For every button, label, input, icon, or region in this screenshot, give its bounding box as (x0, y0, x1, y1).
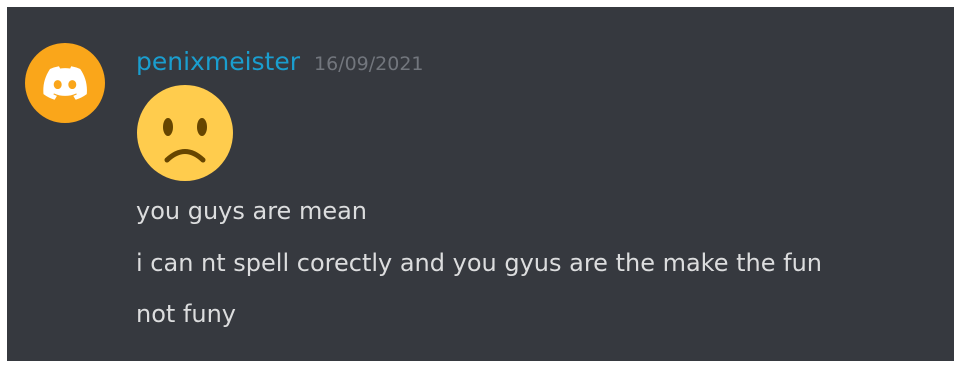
avatar[interactable] (25, 43, 105, 123)
message-header: penixmeister 16/09/2021 (136, 47, 424, 76)
chat-message-panel: penixmeister 16/09/2021 you guys are mean… (7, 7, 954, 361)
message-line: i can nt spell corectly and you gyus are… (136, 249, 823, 277)
frowning-face-icon[interactable] (137, 85, 233, 181)
discord-logo-icon (43, 66, 87, 100)
timestamp: 16/09/2021 (314, 53, 424, 75)
message-line: you guys are mean (136, 197, 368, 225)
username[interactable]: penixmeister (136, 47, 300, 76)
message-line: not funy (136, 300, 237, 328)
